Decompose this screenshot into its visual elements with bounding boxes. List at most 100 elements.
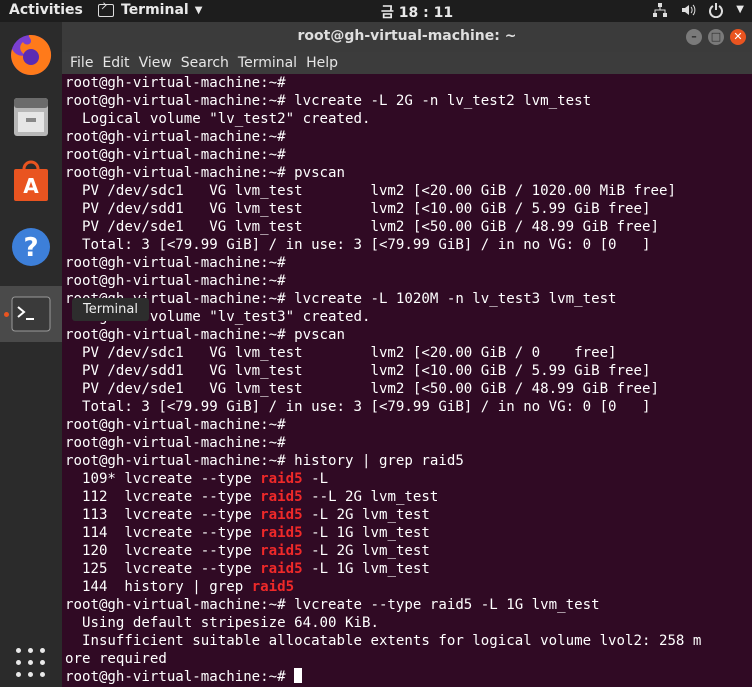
terminal-line: root@gh-virtual-machine:~# lvcreate -L 1… — [65, 290, 752, 308]
dock-help[interactable]: ? — [6, 222, 56, 272]
terminal-text: PV /dev/sdd1 VG lvm_test lvm2 [<10.00 Gi… — [65, 201, 651, 217]
terminal-line: root@gh-virtual-machine:~# — [65, 74, 752, 92]
terminal-text: PV /dev/sde1 VG lvm_test lvm2 [<50.00 Gi… — [65, 381, 659, 397]
firefox-icon — [11, 34, 52, 75]
terminal-text: 109* lvcreate --type — [65, 471, 261, 487]
app-menu-button[interactable]: Terminal ▼ — [98, 2, 202, 18]
terminal-text: Using default stripesize 64.00 KiB. — [65, 615, 379, 631]
menu-help[interactable]: Help — [298, 52, 338, 74]
files-icon — [14, 98, 48, 136]
terminal-text: ore required — [65, 651, 167, 667]
terminal-text: root@gh-virtual-machine:~# — [65, 129, 286, 145]
terminal-line: PV /dev/sde1 VG lvm_test lvm2 [<50.00 Gi… — [65, 380, 752, 398]
terminal-text: root@gh-virtual-machine:~# — [65, 435, 286, 451]
menu-search[interactable]: Search — [173, 52, 229, 74]
terminal-line: root@gh-virtual-machine:~# — [65, 272, 752, 290]
terminal-line: root@gh-virtual-machine:~# — [65, 128, 752, 146]
help-icon: ? — [12, 228, 50, 266]
terminal-line: PV /dev/sde1 VG lvm_test lvm2 [<50.00 Gi… — [65, 218, 752, 236]
system-tray[interactable]: ▼ — [652, 2, 744, 18]
terminal-text: -L 1G lvm_test — [302, 525, 430, 541]
terminal-text: root@gh-virtual-machine:~# history | gre… — [65, 453, 464, 469]
terminal-line: Logical volume "lv_test3" created. — [65, 308, 752, 326]
menu-terminal[interactable]: Terminal — [230, 52, 297, 74]
caret-down-icon: ▼ — [194, 4, 203, 16]
dock-tooltip: Terminal — [72, 298, 149, 321]
terminal-line: root@gh-virtual-machine:~# lvcreate --ty… — [65, 596, 752, 614]
menu-bar: File Edit View Search Terminal Help — [62, 52, 752, 74]
terminal-line: PV /dev/sdd1 VG lvm_test lvm2 [<10.00 Gi… — [65, 362, 752, 380]
terminal-line: 125 lvcreate --type raid5 -L 1G lvm_test — [65, 560, 752, 578]
terminal-icon — [98, 3, 114, 17]
terminal-text: root@gh-virtual-machine:~# — [65, 75, 286, 91]
svg-text:?: ? — [23, 233, 38, 263]
grep-match: raid5 — [251, 579, 295, 595]
terminal-line: PV /dev/sdc1 VG lvm_test lvm2 [<20.00 Gi… — [65, 182, 752, 200]
terminal-text: PV /dev/sdc1 VG lvm_test lvm2 [<20.00 Gi… — [65, 183, 676, 199]
grep-match: raid5 — [260, 525, 303, 541]
menu-file[interactable]: File — [62, 52, 93, 74]
terminal-line: root@gh-virtual-machine:~# — [65, 416, 752, 434]
minimize-button[interactable]: – — [686, 29, 702, 45]
terminal-text: 114 lvcreate --type — [65, 525, 261, 541]
title-bar[interactable]: root@gh-virtual-machine: ~ – □ ✕ — [62, 22, 752, 52]
terminal-text: Insufficient suitable allocatable extent… — [65, 633, 702, 649]
terminal-text: Total: 3 [<79.99 GiB] / in use: 3 [<79.9… — [65, 237, 651, 253]
terminal-text: root@gh-virtual-machine:~# pvscan — [65, 165, 346, 181]
terminal-text: root@gh-virtual-machine:~# — [65, 417, 286, 433]
menu-view[interactable]: View — [131, 52, 172, 74]
grep-match: raid5 — [260, 471, 303, 487]
terminal-window: root@gh-virtual-machine: ~ – □ ✕ File Ed… — [62, 22, 752, 687]
terminal-line: root@gh-virtual-machine:~# — [65, 668, 752, 686]
terminal-line: root@gh-virtual-machine:~# pvscan — [65, 164, 752, 182]
terminal-line: 109* lvcreate --type raid5 -L — [65, 470, 752, 488]
terminal-output[interactable]: root@gh-virtual-machine:~# root@gh-virtua… — [65, 74, 752, 687]
dock-ubuntu-software[interactable]: A — [6, 156, 56, 206]
maximize-button[interactable]: □ — [708, 29, 724, 45]
terminal-line: 144 history | grep raid5 — [65, 578, 752, 596]
activities-button[interactable]: Activities — [9, 2, 83, 18]
menu-edit[interactable]: Edit — [94, 52, 129, 74]
terminal-text: 125 lvcreate --type — [65, 561, 261, 577]
grep-match: raid5 — [260, 489, 303, 505]
terminal-line: root@gh-virtual-machine:~# history | gre… — [65, 452, 752, 470]
terminal-text: root@gh-virtual-machine:~# — [65, 273, 286, 289]
show-applications-button[interactable] — [15, 647, 47, 679]
software-center-icon: A — [14, 160, 48, 201]
grep-match: raid5 — [260, 543, 303, 559]
terminal-line: Total: 3 [<79.99 GiB] / in use: 3 [<79.9… — [65, 236, 752, 254]
terminal-text: 113 lvcreate --type — [65, 507, 261, 523]
terminal-line: root@gh-virtual-machine:~# — [65, 434, 752, 452]
text-cursor — [294, 668, 303, 683]
terminal-text: PV /dev/sdc1 VG lvm_test lvm2 [<20.00 Gi… — [65, 345, 617, 361]
grep-match: raid5 — [260, 561, 303, 577]
terminal-text: 112 lvcreate --type — [65, 489, 261, 505]
terminal-line: root@gh-virtual-machine:~# — [65, 254, 752, 272]
network-icon — [653, 3, 668, 17]
terminal-line: root@gh-virtual-machine:~# pvscan — [65, 326, 752, 344]
volume-icon — [682, 4, 696, 16]
terminal-line: 113 lvcreate --type raid5 -L 2G lvm_test — [65, 506, 752, 524]
power-icon — [709, 3, 724, 18]
terminal-text: 144 history | grep — [65, 579, 252, 595]
terminal-text: Total: 3 [<79.99 GiB] / in use: 3 [<79.9… — [65, 399, 651, 415]
dock-terminal[interactable] — [0, 286, 62, 342]
terminal-text: PV /dev/sde1 VG lvm_test lvm2 [<50.00 Gi… — [65, 219, 659, 235]
terminal-line: PV /dev/sdd1 VG lvm_test lvm2 [<10.00 Gi… — [65, 200, 752, 218]
close-button[interactable]: ✕ — [730, 29, 746, 45]
terminal-text: 120 lvcreate --type — [65, 543, 261, 559]
clock[interactable]: 금 18 : 11 — [381, 2, 453, 22]
dock-files[interactable] — [6, 92, 56, 142]
terminal-line: Logical volume "lv_test2" created. — [65, 110, 752, 128]
terminal-line: PV /dev/sdc1 VG lvm_test lvm2 [<20.00 Gi… — [65, 344, 752, 362]
terminal-line: root@gh-virtual-machine:~# — [65, 146, 752, 164]
terminal-icon — [11, 296, 51, 332]
running-indicator — [4, 312, 9, 317]
caret-down-icon: ▼ — [736, 4, 744, 15]
terminal-text: root@gh-virtual-machine:~# pvscan — [65, 327, 346, 343]
terminal-line: 114 lvcreate --type raid5 -L 1G lvm_test — [65, 524, 752, 542]
terminal-text: -L — [302, 471, 329, 487]
terminal-line: Using default stripesize 64.00 KiB. — [65, 614, 752, 632]
terminal-text: root@gh-virtual-machine:~# lvcreate -L 2… — [65, 93, 592, 109]
dock-firefox[interactable] — [6, 30, 56, 80]
